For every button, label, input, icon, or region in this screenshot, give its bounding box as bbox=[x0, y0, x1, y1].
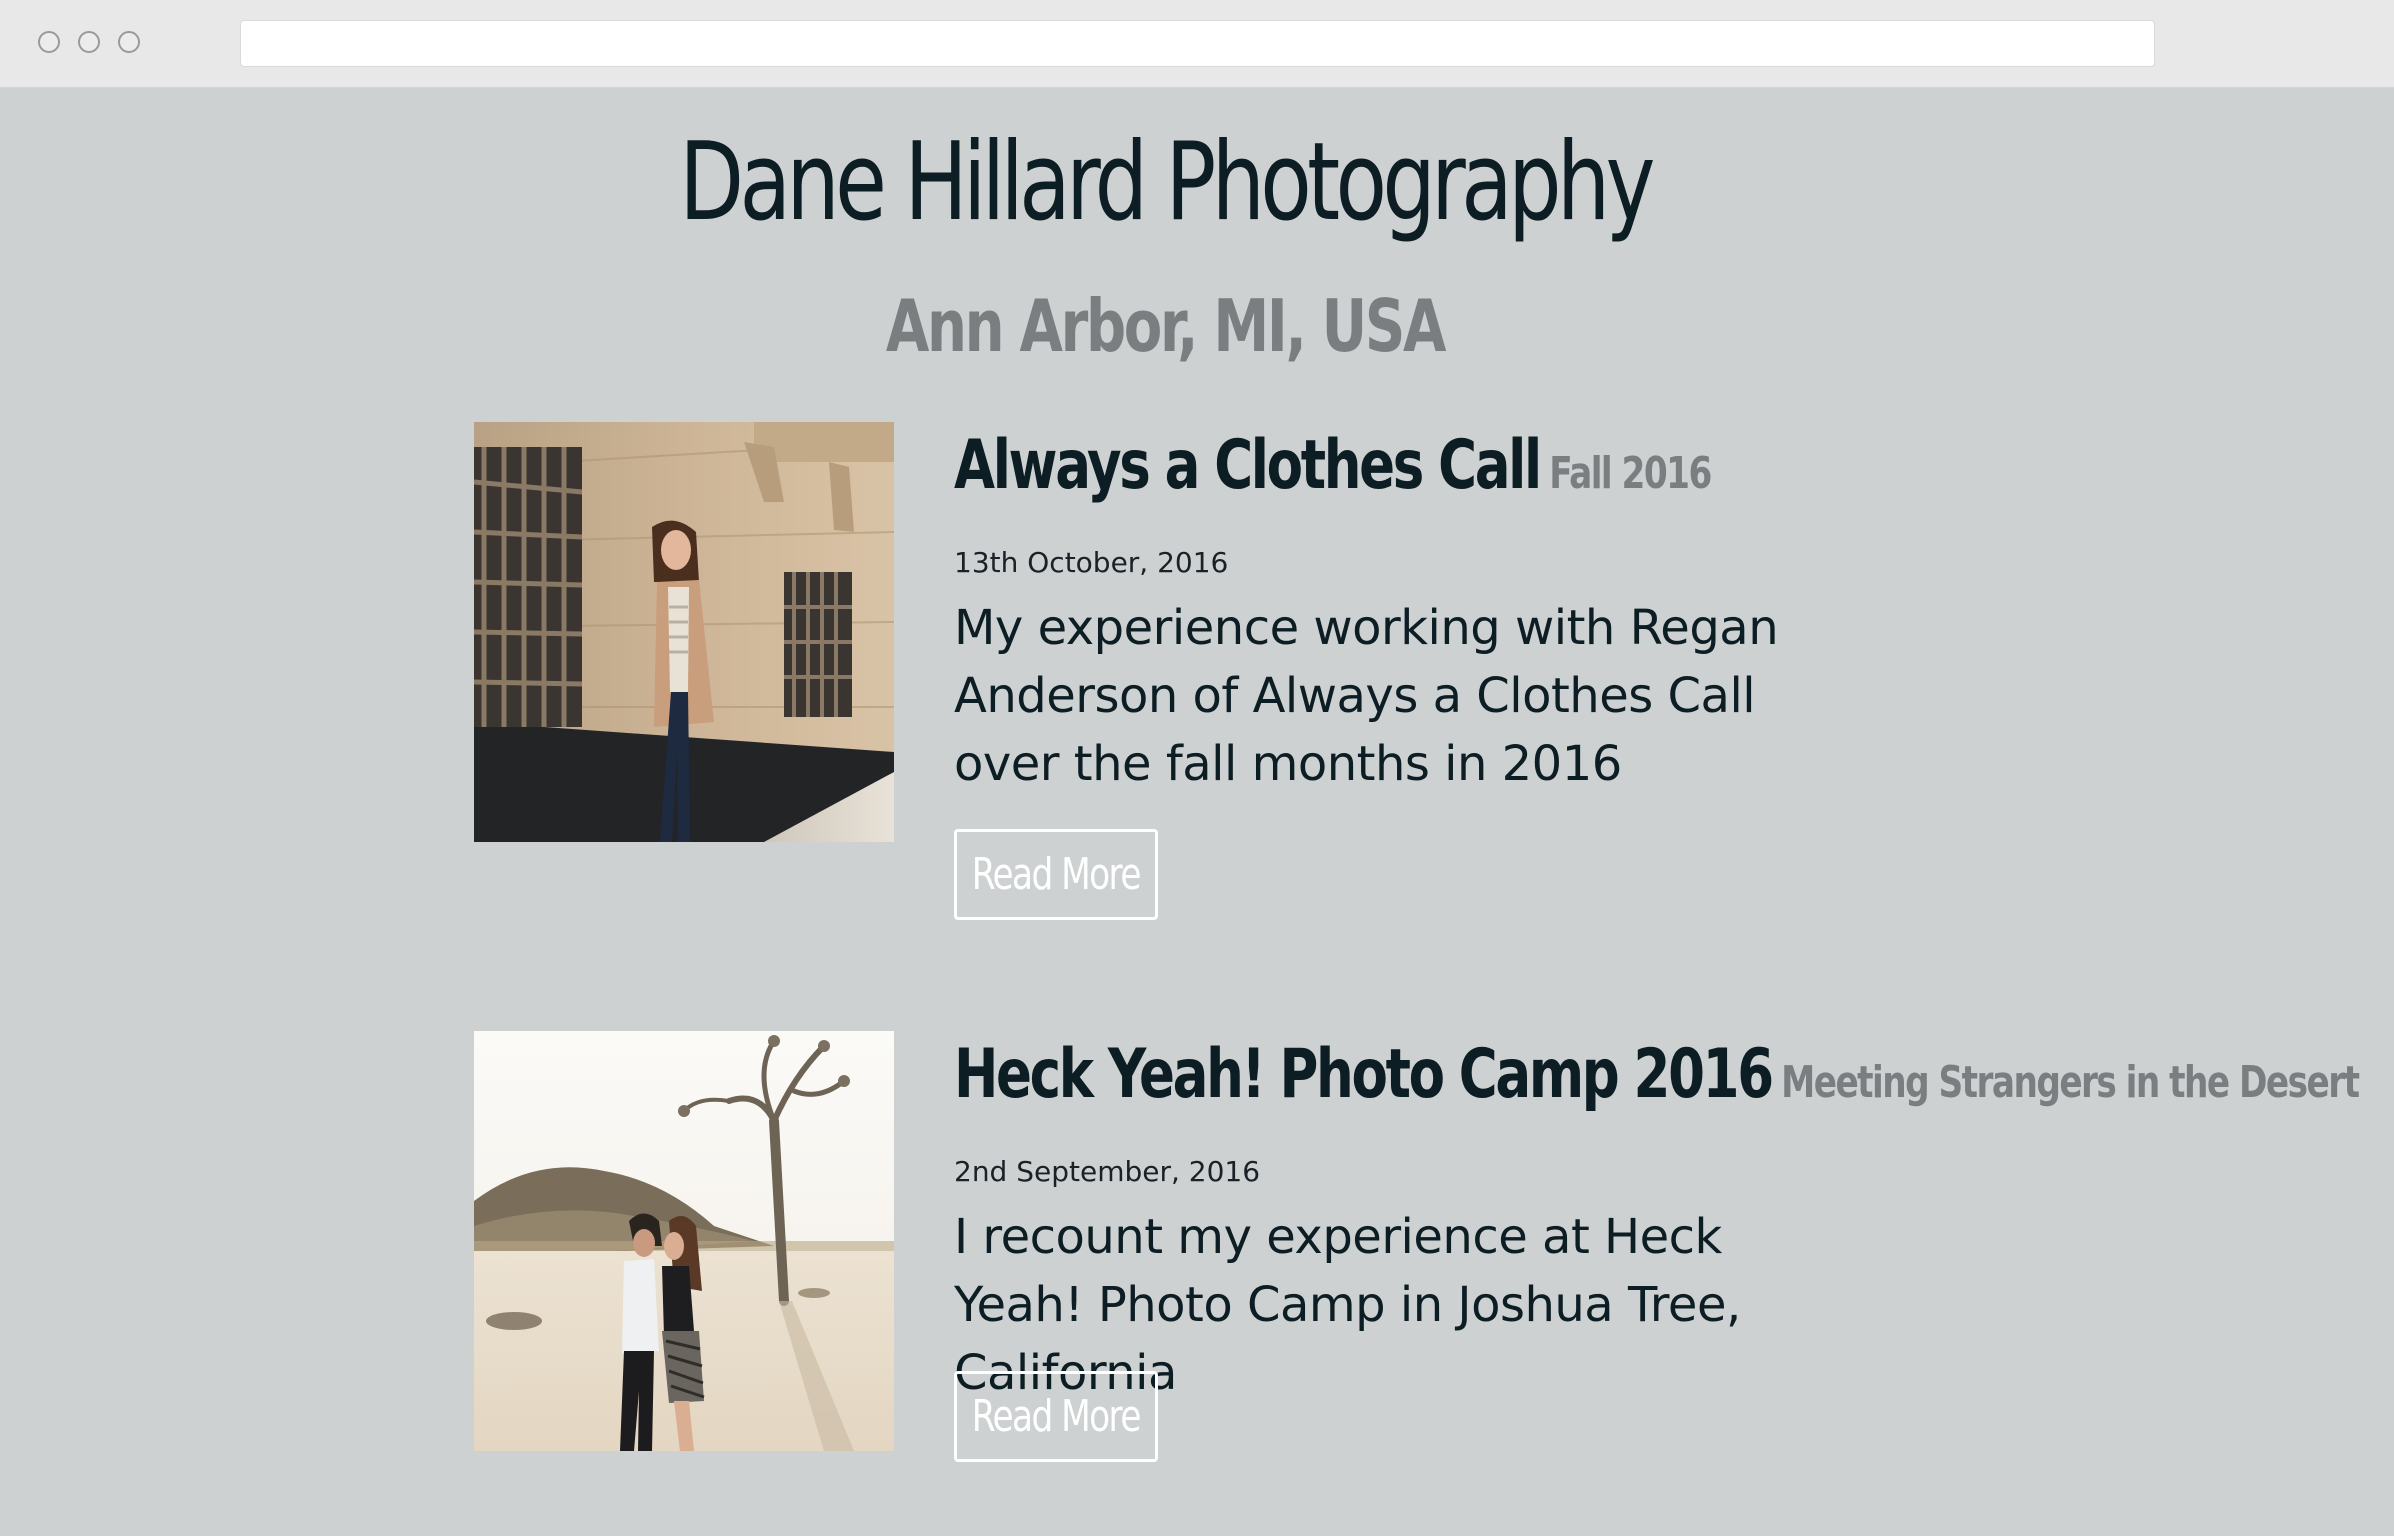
post-photo[interactable] bbox=[474, 422, 894, 842]
window-minimize-icon[interactable] bbox=[78, 31, 100, 53]
read-more-label: Read More bbox=[971, 849, 1142, 900]
browser-chrome bbox=[0, 0, 2394, 88]
read-more-button[interactable]: Read More bbox=[954, 829, 1158, 920]
post-tagline: Fall 2016 bbox=[1549, 448, 1712, 499]
window-close-icon[interactable] bbox=[38, 31, 60, 53]
page-content: Dane Hillard Photography Ann Arbor, MI, … bbox=[0, 88, 2394, 1536]
post-excerpt: My experience working with Regan Anderso… bbox=[954, 600, 1779, 792]
post-date: 2nd September, 2016 bbox=[954, 1155, 1261, 1188]
post-photo[interactable] bbox=[474, 1031, 894, 1451]
site-title: Dane Hillard Photography bbox=[679, 120, 1655, 245]
read-more-label: Read More bbox=[971, 1391, 1142, 1442]
post-date: 13th October, 2016 bbox=[954, 546, 1229, 579]
site-location: Ann Arbor, MI, USA bbox=[885, 284, 1447, 368]
street-portrait-image bbox=[474, 422, 894, 842]
window-maximize-icon[interactable] bbox=[118, 31, 140, 53]
post-heading: Always a Clothes Call Fall 2016 bbox=[954, 432, 1712, 500]
read-more-button[interactable]: Read More bbox=[954, 1371, 1158, 1462]
address-bar[interactable] bbox=[240, 20, 2155, 67]
desert-couple-image bbox=[474, 1031, 894, 1451]
post-title[interactable]: Heck Yeah! Photo Camp 2016 bbox=[954, 1035, 1774, 1114]
post-heading: Heck Yeah! Photo Camp 2016 Meeting Strang… bbox=[954, 1041, 2360, 1109]
post-title[interactable]: Always a Clothes Call bbox=[954, 426, 1542, 505]
post-tagline: Meeting Strangers in the Desert bbox=[1781, 1057, 2360, 1108]
